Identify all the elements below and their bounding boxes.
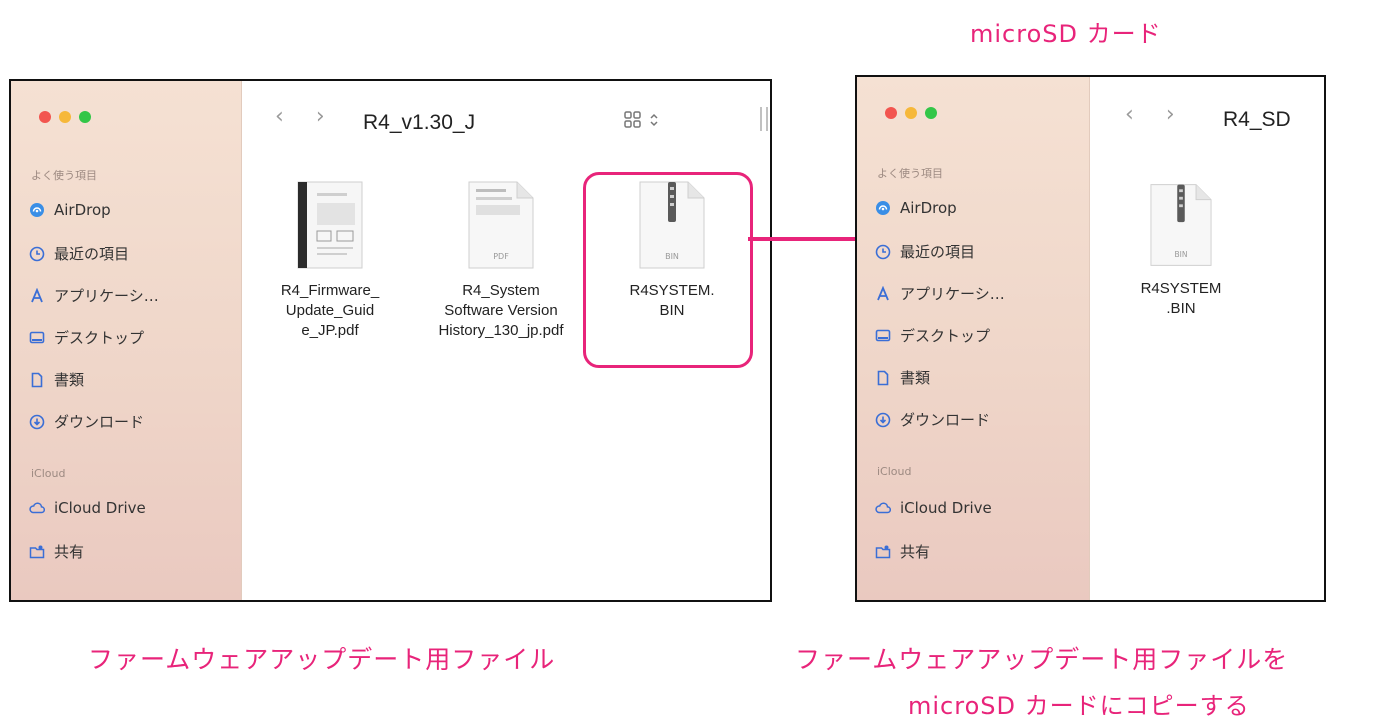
sidebar-item-applications[interactable]: アプリケーシ… [875,283,1005,304]
window-controls [39,111,91,123]
sidebar-item-label: アプリケーシ… [54,287,159,305]
minimize-window-button[interactable] [905,107,917,119]
sidebar-item-label: AirDrop [54,201,111,219]
sidebar-item-label: デスクトップ [54,329,145,347]
sidebar-item-downloads[interactable]: ダウンロード [29,411,144,432]
icloud-header: iCloud [31,467,66,480]
applications-icon [31,287,43,302]
download-icon [29,414,45,429]
back-button[interactable]: ‹ [1125,102,1134,127]
firmware-file-caption: ファームウェアアップデート用ファイル [88,645,556,674]
sidebar-item-recents[interactable]: 最近の項目 [29,243,129,264]
sidebar-item-airdrop[interactable]: AirDrop [29,201,111,219]
sidebar-item-recents[interactable]: 最近の項目 [875,241,975,262]
sidebar-item-documents[interactable]: 書類 [29,369,84,390]
forward-button[interactable]: › [316,104,325,129]
sidebar-item-shared[interactable]: 共有 [875,541,930,562]
sidebar-item-label: アプリケーシ… [900,285,1005,303]
sidebar-item-label: 書類 [54,371,85,389]
airdrop-icon [876,201,890,215]
sidebar-item-label: 共有 [900,543,931,561]
copy-instruction-line2: microSD カードにコピーする [908,692,1250,720]
sidebar-item-label: 最近の項目 [900,243,976,261]
sidebar-item-icloud-drive[interactable]: iCloud Drive [875,499,992,517]
sidebar-item-label: デスクトップ [900,327,991,345]
file-item[interactable]: PDF R4_System Software Version History_1… [421,181,581,341]
selected-file-highlight [583,172,753,368]
finder-sidebar: よく使う項目 AirDrop 最近の項目 アプリケーシ… デスクトップ 書類 ダ… [857,77,1090,600]
clock-icon [875,244,891,259]
applications-icon [877,285,889,300]
forward-button[interactable]: › [1166,102,1175,127]
zoom-window-button[interactable] [925,107,937,119]
back-button[interactable]: ‹ [275,104,284,129]
finder-sidebar: よく使う項目 AirDrop 最近の項目 アプリケーシ… デスクトップ 書類 ダ… [11,81,242,600]
sidebar-item-label: 書類 [900,369,931,387]
grid-view-icon [624,111,641,128]
desktop-icon [29,331,45,343]
shared-folder-icon [29,545,45,558]
sidebar-item-label: ダウンロード [900,411,991,429]
folder-title: R4_SD [1223,108,1291,131]
clock-icon [29,246,45,261]
document-icon [31,372,43,387]
toolbar-overflow-icon[interactable] [760,107,768,131]
file-item[interactable]: BIN R4SYSTEM .BIN [1121,183,1241,319]
shared-folder-icon [875,545,891,558]
airdrop-icon [30,203,44,217]
window-controls [885,107,937,119]
minimize-window-button[interactable] [59,111,71,123]
file-type-badge: PDF [493,252,509,261]
favorites-header: よく使う項目 [877,167,943,180]
close-window-button[interactable] [885,107,897,119]
sidebar-item-downloads[interactable]: ダウンロード [875,409,990,430]
file-name: R4_Firmware_ Update_Guid e_JP.pdf [280,282,380,339]
file-name: R4_System Software Version History_130_j… [438,282,564,339]
zoom-window-button[interactable] [79,111,91,123]
sidebar-item-icloud-drive[interactable]: iCloud Drive [29,499,146,517]
cloud-icon [29,502,45,514]
file-item[interactable]: R4_Firmware_ Update_Guid e_JP.pdf [277,181,383,341]
sidebar-item-desktop[interactable]: デスクトップ [875,325,990,346]
microsd-card-caption: microSD カード [970,20,1162,48]
sidebar-item-label: AirDrop [900,199,957,217]
close-window-button[interactable] [39,111,51,123]
sidebar-item-label: ダウンロード [54,413,145,431]
favorites-header: よく使う項目 [31,169,97,182]
sidebar-item-desktop[interactable]: デスクトップ [29,327,144,348]
sidebar-item-airdrop[interactable]: AirDrop [875,199,957,217]
sidebar-item-applications[interactable]: アプリケーシ… [29,285,159,306]
sidebar-item-label: iCloud Drive [54,499,146,517]
finder-window-microsd: よく使う項目 AirDrop 最近の項目 アプリケーシ… デスクトップ 書類 ダ… [855,75,1326,602]
file-type-badge: BIN [1175,250,1188,259]
icloud-header: iCloud [877,465,912,478]
folder-title: R4_v1.30_J [363,111,476,134]
bin-file-icon: BIN [1150,184,1212,266]
chevron-up-down-icon [650,113,658,127]
navigation-controls: ‹ › [1125,102,1175,127]
pdf-file-icon: PDF [468,181,534,269]
cloud-icon [875,502,891,514]
pdf-preview-icon [297,181,363,269]
copy-instruction-line1: ファームウェアアップデート用ファイルを [795,645,1289,674]
desktop-icon [875,329,891,341]
navigation-controls: ‹ › [275,104,325,129]
download-icon [875,412,891,427]
sidebar-item-documents[interactable]: 書類 [875,367,930,388]
view-options-button[interactable] [623,110,659,130]
sidebar-item-label: 最近の項目 [54,245,130,263]
sidebar-item-label: iCloud Drive [900,499,992,517]
document-icon [877,370,889,385]
file-name: R4SYSTEM .BIN [1140,280,1222,317]
sidebar-item-shared[interactable]: 共有 [29,541,84,562]
sidebar-item-label: 共有 [54,543,85,561]
